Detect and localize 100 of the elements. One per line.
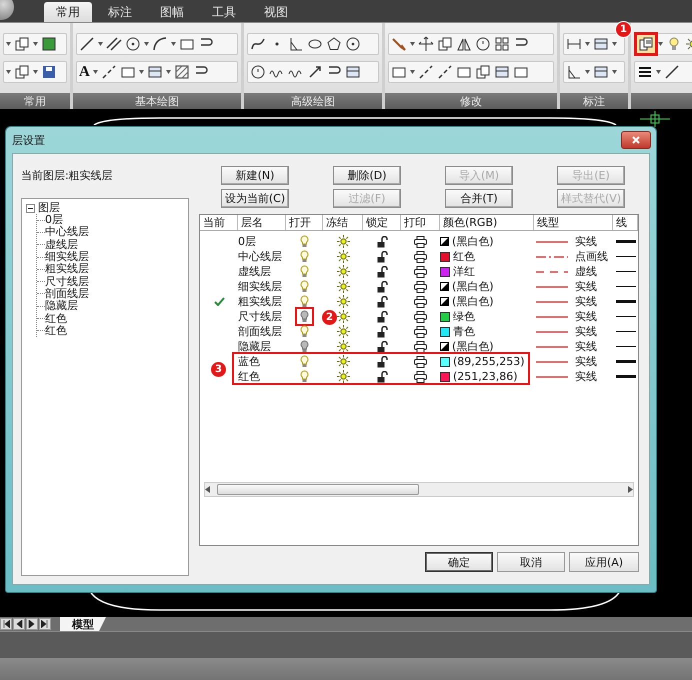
- sun-icon[interactable]: [336, 235, 350, 248]
- layer-name[interactable]: 虚线层: [238, 265, 271, 278]
- angle-icon[interactable]: [288, 36, 304, 52]
- hatch-icon[interactable]: [174, 64, 190, 80]
- column-header[interactable]: 当前: [200, 215, 238, 230]
- caret-icon[interactable]: [656, 70, 661, 74]
- dashed-line-icon[interactable]: [437, 64, 453, 80]
- table-icon[interactable]: [494, 64, 510, 80]
- tree-item[interactable]: 细实线层: [45, 251, 89, 264]
- sun-icon[interactable]: [336, 280, 350, 293]
- layer-name[interactable]: 粗实线层: [238, 295, 282, 308]
- parallel-lines-icon[interactable]: [106, 36, 122, 52]
- table-icon[interactable]: [593, 64, 609, 80]
- lock-open-icon[interactable]: [376, 236, 388, 248]
- tab-navigation-button[interactable]: [13, 618, 25, 630]
- layer-name[interactable]: 尺寸线层: [238, 310, 282, 323]
- dimension-icon[interactable]: [566, 36, 582, 52]
- sun-icon[interactable]: [336, 265, 350, 278]
- lock-open-icon[interactable]: [376, 250, 388, 262]
- layer-name[interactable]: 红色: [238, 370, 260, 383]
- tree-item[interactable]: 图层: [38, 202, 60, 214]
- printer-icon[interactable]: [414, 326, 427, 338]
- bulb-on-icon[interactable]: [300, 250, 309, 263]
- text-tool[interactable]: A: [79, 64, 90, 80]
- tree-item[interactable]: 尺寸线层: [45, 276, 89, 288]
- table-icon[interactable]: [345, 64, 361, 80]
- lineweight-icon[interactable]: [637, 64, 653, 80]
- layer-name[interactable]: 剖面线层: [238, 325, 282, 338]
- lock-open-icon[interactable]: [376, 370, 388, 382]
- layer-name[interactable]: 蓝色: [238, 355, 260, 368]
- lock-open-icon[interactable]: [376, 340, 388, 352]
- printer-icon[interactable]: [414, 236, 427, 248]
- printer-icon[interactable]: [414, 280, 427, 292]
- printer-icon[interactable]: [414, 356, 427, 368]
- scroll-thumb[interactable]: [217, 484, 419, 495]
- tab-navigation-button[interactable]: [0, 618, 12, 630]
- dialog-button[interactable]: 确定: [425, 552, 493, 572]
- line-tool-icon[interactable]: [664, 64, 680, 80]
- sun-icon[interactable]: [336, 295, 350, 308]
- bulb-on-icon[interactable]: [300, 355, 309, 368]
- printer-icon[interactable]: [414, 296, 427, 308]
- arc-icon[interactable]: [152, 36, 168, 52]
- layout-tab[interactable]: 模型: [60, 617, 106, 631]
- tree-item[interactable]: 粗实线层: [45, 263, 89, 276]
- lock-open-icon[interactable]: [376, 280, 388, 292]
- column-header[interactable]: 线: [613, 215, 638, 230]
- angle-icon[interactable]: [566, 64, 582, 80]
- tree-item[interactable]: 隐藏层: [45, 300, 78, 312]
- caret-icon[interactable]: [612, 42, 617, 46]
- sun-icon[interactable]: [336, 325, 350, 338]
- caret-icon[interactable]: [98, 42, 103, 46]
- sun-icon[interactable]: [336, 310, 350, 323]
- tree-item[interactable]: 0层: [45, 214, 63, 226]
- horizontal-scrollbar[interactable]: [204, 482, 634, 497]
- caret-icon[interactable]: [166, 70, 171, 74]
- printer-icon[interactable]: [414, 266, 427, 278]
- printer-icon[interactable]: [414, 340, 427, 352]
- rotate-icon[interactable]: [475, 36, 491, 52]
- dialog-button[interactable]: 应用(A): [569, 552, 639, 572]
- tab-navigation-button[interactable]: [26, 618, 38, 630]
- scroll-right-icon[interactable]: [627, 486, 633, 493]
- ribbon-tab[interactable]: 常用: [44, 2, 92, 22]
- layer-name[interactable]: 中心线层: [238, 250, 282, 263]
- tree-item[interactable]: 红色: [45, 324, 67, 337]
- sun-icon[interactable]: [336, 355, 350, 368]
- caret-icon[interactable]: [33, 42, 38, 46]
- bulb-off-icon[interactable]: [300, 340, 309, 353]
- bulb-on-icon[interactable]: [300, 370, 309, 383]
- scroll-left-icon[interactable]: [205, 486, 211, 493]
- bulb-on-icon[interactable]: [300, 325, 309, 338]
- copy-icon[interactable]: [14, 64, 30, 80]
- layers-icon[interactable]: [638, 36, 654, 52]
- lock-open-icon[interactable]: [376, 296, 388, 308]
- circle-icon[interactable]: [345, 36, 361, 52]
- dashed-line-icon[interactable]: [418, 64, 434, 80]
- ribbon-tab[interactable]: 视图: [252, 2, 300, 22]
- caret-icon[interactable]: [585, 70, 590, 74]
- copy-icon[interactable]: [475, 64, 491, 80]
- lock-open-icon[interactable]: [376, 266, 388, 278]
- caret-icon[interactable]: [138, 70, 144, 74]
- ribbon-tab[interactable]: 标注: [96, 2, 144, 22]
- bulb-on-icon[interactable]: [300, 235, 309, 248]
- caret-icon[interactable]: [410, 70, 415, 74]
- caret-icon[interactable]: [33, 70, 38, 74]
- caret-icon[interactable]: [612, 70, 617, 74]
- rotate-icon[interactable]: [250, 64, 266, 80]
- tree-item[interactable]: 剖面线层: [45, 288, 89, 300]
- caret-icon[interactable]: [144, 42, 149, 46]
- dialog-button[interactable]: 合并(T): [445, 189, 513, 208]
- caret-icon[interactable]: [171, 42, 176, 46]
- save-icon[interactable]: [41, 64, 57, 80]
- tree-item[interactable]: 中心线层: [45, 226, 89, 238]
- bulb-off-icon[interactable]: [300, 310, 309, 323]
- collapse-icon[interactable]: [26, 204, 35, 212]
- lock-open-icon[interactable]: [376, 326, 388, 338]
- caret-icon[interactable]: [92, 70, 98, 74]
- column-header[interactable]: 颜色(RGB): [440, 215, 534, 230]
- column-header[interactable]: 线型: [534, 215, 613, 230]
- arrow-icon[interactable]: [307, 64, 323, 80]
- table-icon[interactable]: [146, 64, 163, 80]
